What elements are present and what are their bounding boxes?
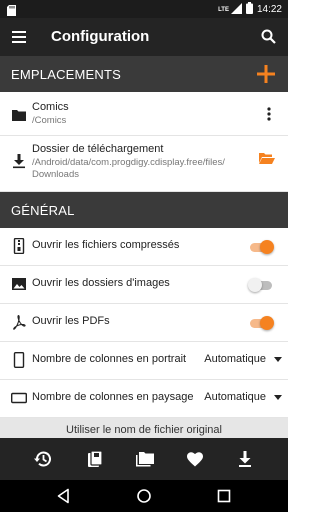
location-item-downloads[interactable]: Dossier de téléchargement /Android/data/… bbox=[0, 136, 288, 192]
plus-icon[interactable] bbox=[254, 62, 278, 86]
search-icon[interactable] bbox=[258, 26, 280, 48]
system-nav-bar bbox=[0, 480, 288, 512]
select-value: Automatique bbox=[204, 353, 266, 365]
section-header-locations: EMPLACEMENTS bbox=[0, 56, 288, 92]
recents-icon[interactable] bbox=[215, 487, 233, 505]
setting-open-archives[interactable]: Ouvrir les fichiers compressés bbox=[0, 228, 288, 266]
location-path: /Android/data/com.progdigy.cdisplay.free… bbox=[32, 157, 225, 180]
pdf-icon bbox=[11, 314, 27, 330]
setting-label: Ouvrir les PDFs bbox=[32, 315, 110, 327]
status-bar: LTE 14:22 bbox=[0, 0, 288, 18]
back-icon[interactable] bbox=[55, 487, 73, 505]
chevron-down-icon bbox=[274, 394, 282, 400]
setting-landscape-columns[interactable]: Nombre de colonnes en paysage Automatiqu… bbox=[0, 380, 288, 418]
phone-portrait-icon bbox=[11, 351, 27, 369]
location-title: Dossier de téléchargement bbox=[32, 143, 164, 155]
setting-use-original-filename[interactable]: Utiliser le nom de fichier original bbox=[0, 418, 288, 438]
setting-portrait-columns[interactable]: Nombre de colonnes en portrait Automatiq… bbox=[0, 342, 288, 380]
more-vert-icon[interactable] bbox=[264, 106, 274, 122]
chevron-down-icon bbox=[274, 356, 282, 362]
library-icon[interactable] bbox=[85, 449, 105, 469]
toggle-switch[interactable] bbox=[248, 278, 274, 292]
setting-label: Ouvrir les dossiers d'images bbox=[32, 277, 170, 289]
archive-icon bbox=[11, 237, 27, 255]
toggle-switch[interactable] bbox=[248, 240, 274, 254]
section-title-locations: EMPLACEMENTS bbox=[11, 67, 122, 82]
phone-landscape-icon bbox=[10, 390, 28, 406]
setting-label: Nombre de colonnes en paysage bbox=[32, 391, 194, 403]
menu-icon[interactable] bbox=[10, 27, 30, 47]
image-icon bbox=[11, 276, 27, 292]
downloads-icon[interactable] bbox=[235, 449, 255, 469]
section-title-general: GÉNÉRAL bbox=[11, 203, 75, 218]
folder-open-icon[interactable] bbox=[258, 150, 276, 166]
history-icon[interactable] bbox=[33, 449, 53, 469]
page-title: Configuration bbox=[51, 28, 150, 45]
network-type: LTE bbox=[218, 6, 229, 13]
location-path: /Comics bbox=[32, 115, 67, 126]
battery-icon bbox=[245, 2, 253, 17]
folders-icon[interactable] bbox=[135, 449, 155, 469]
favorites-icon[interactable] bbox=[185, 449, 205, 469]
bottom-nav bbox=[0, 438, 288, 480]
section-header-general: GÉNÉRAL bbox=[0, 192, 288, 228]
setting-label: Nombre de colonnes en portrait bbox=[32, 353, 187, 365]
toggle-switch[interactable] bbox=[248, 316, 274, 330]
download-icon bbox=[11, 153, 27, 169]
folder-icon bbox=[11, 107, 27, 123]
app-bar: Configuration bbox=[0, 18, 288, 56]
signal-icon bbox=[230, 2, 242, 17]
clock: 14:22 bbox=[256, 4, 282, 15]
home-icon[interactable] bbox=[135, 487, 153, 505]
setting-label: Ouvrir les fichiers compressés bbox=[32, 239, 180, 251]
select-value: Automatique bbox=[204, 391, 266, 403]
columns-select[interactable]: Automatique bbox=[204, 391, 282, 403]
location-item-comics[interactable]: Comics /Comics bbox=[0, 92, 288, 136]
setting-open-image-folders[interactable]: Ouvrir les dossiers d'images bbox=[0, 266, 288, 304]
location-title: Comics bbox=[32, 101, 69, 113]
columns-select[interactable]: Automatique bbox=[204, 353, 282, 365]
setting-open-pdfs[interactable]: Ouvrir les PDFs bbox=[0, 304, 288, 342]
